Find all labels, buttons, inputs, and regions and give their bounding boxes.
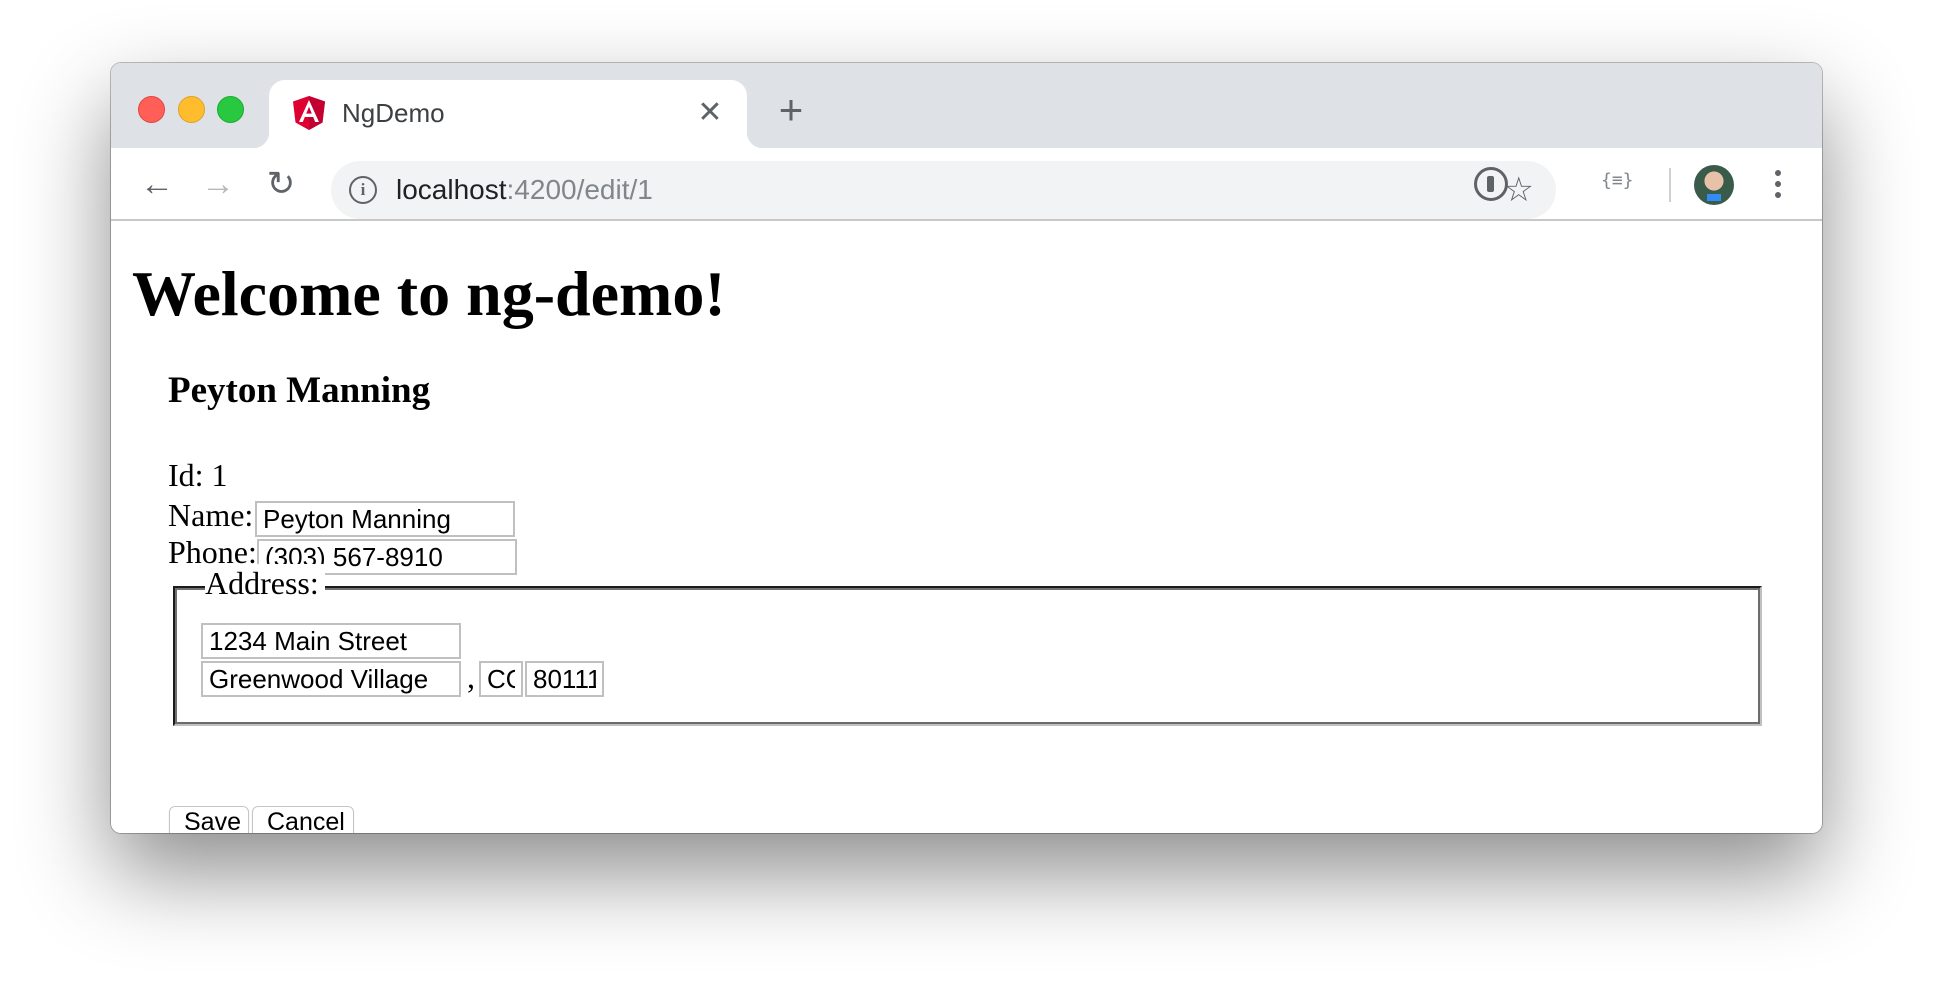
close-tab-icon[interactable]: ✕ <box>693 96 727 130</box>
1password-icon[interactable] <box>1474 167 1508 201</box>
profile-avatar[interactable] <box>1694 165 1734 205</box>
name-input[interactable] <box>255 501 515 537</box>
address-legend: Address: <box>205 564 325 602</box>
json-viewer-icon[interactable]: {≡} <box>1601 170 1634 191</box>
reload-icon[interactable]: ↻ <box>264 167 298 202</box>
toolbar-divider <box>1669 168 1671 202</box>
street-input[interactable] <box>201 623 461 659</box>
url-host: localhost <box>396 174 507 205</box>
browser-toolbar: ← → ↻ i localhost:4200/edit/1 ☆ {≡} <box>111 148 1822 262</box>
state-input[interactable] <box>479 661 523 697</box>
bookmark-star-icon[interactable]: ☆ <box>1504 171 1534 209</box>
zip-input[interactable] <box>525 661 604 697</box>
url-path: :4200/edit/1 <box>506 174 653 205</box>
cancel-button[interactable]: Cancel <box>252 806 354 833</box>
minimize-window-button[interactable] <box>178 96 205 123</box>
browser-window: NgDemo ✕ + ← → ↻ i localhost:4200/edit/1… <box>111 63 1822 833</box>
more-menu-icon[interactable] <box>1768 168 1788 202</box>
forward-arrow-icon[interactable]: → <box>201 167 235 202</box>
city-input[interactable] <box>201 661 461 697</box>
url-text[interactable]: localhost:4200/edit/1 <box>396 172 653 208</box>
address-bar[interactable]: i localhost:4200/edit/1 ☆ <box>331 161 1556 219</box>
close-window-button[interactable] <box>138 96 165 123</box>
back-arrow-icon[interactable]: ← <box>140 167 174 202</box>
id-label: Id: 1 <box>168 457 228 493</box>
name-label: Name: <box>168 497 254 533</box>
maximize-window-button[interactable] <box>217 96 244 123</box>
page-content: Welcome to ng-demo! Peyton Manning Id: 1… <box>111 221 1822 833</box>
save-button[interactable]: Save <box>169 806 249 833</box>
city-state-separator: , <box>467 659 475 695</box>
person-title: Peyton Manning <box>168 370 431 411</box>
tab-ngdemo[interactable]: NgDemo ✕ <box>253 80 763 148</box>
info-icon[interactable]: i <box>349 176 377 204</box>
new-tab-button[interactable]: + <box>771 89 811 131</box>
tab-strip: NgDemo ✕ + <box>111 63 1822 148</box>
angular-icon <box>293 96 325 130</box>
tab-title: NgDemo <box>342 98 445 128</box>
page-title: Welcome to ng-demo! <box>132 258 726 329</box>
